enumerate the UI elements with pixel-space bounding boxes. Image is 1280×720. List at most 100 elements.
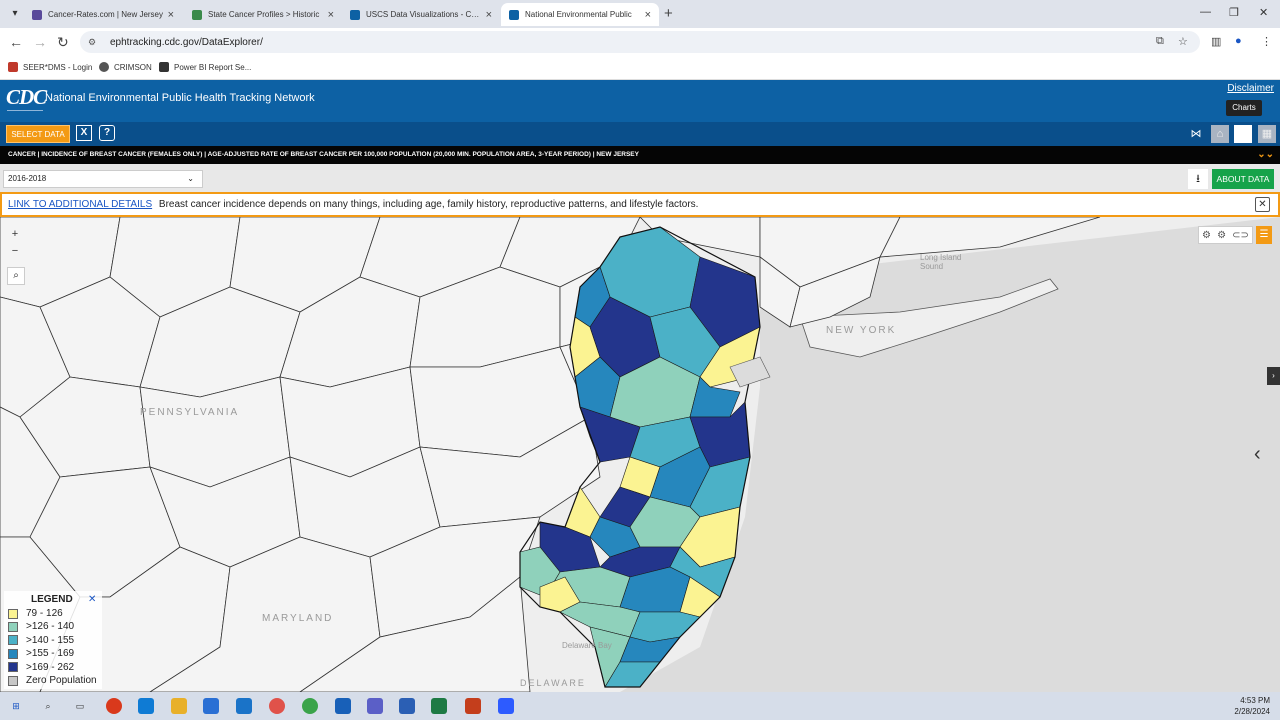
app-icon[interactable] xyxy=(106,698,122,714)
tab-close-icon[interactable]: × xyxy=(645,9,651,21)
legend-label: >126 - 140 xyxy=(26,621,75,633)
filter-bar: 2016-2018 ⌄ ⭳ ABOUT DATA xyxy=(0,164,1280,192)
profile-icon[interactable]: ● xyxy=(1235,35,1242,47)
cdc-logo[interactable]: CDC xyxy=(6,85,47,110)
tab-title: USCS Data Visualizations - CDC xyxy=(366,10,482,19)
bookmarks-bar: SEER*DMS - Login CRIMSON Power BI Report… xyxy=(0,56,1280,80)
mail-icon[interactable] xyxy=(236,698,252,714)
link-icon[interactable]: ⊂⊃ xyxy=(1232,230,1249,241)
collapse-chevron-icon[interactable]: ⌄⌄ xyxy=(1257,146,1274,164)
disclaimer-link[interactable]: Disclaimer xyxy=(1227,83,1274,94)
expand-panel-icon[interactable]: › xyxy=(1267,367,1280,385)
chevron-left-icon[interactable]: ‹ xyxy=(1254,443,1261,466)
teams-icon[interactable] xyxy=(367,698,383,714)
label-pennsylvania: PENNSYLVANIA xyxy=(140,407,240,418)
bookmark-label: CRIMSON xyxy=(114,62,152,72)
charts-view-icon[interactable] xyxy=(1234,125,1252,143)
task-view-icon[interactable]: ▭ xyxy=(72,698,88,714)
chrome-icon[interactable] xyxy=(269,698,285,714)
gear-icon[interactable]: ⚙ xyxy=(1217,230,1226,241)
select-data-button[interactable]: SELECT DATA xyxy=(6,125,70,143)
browser-tab[interactable]: National Environmental Public × xyxy=(501,3,659,26)
map-legend: LEGEND ✕ 79 - 126 >126 - 140 >140 - 155 >15… xyxy=(4,591,102,689)
site-title: National Environmental Public Health Tra… xyxy=(45,92,315,104)
share-icon[interactable]: ⋈ xyxy=(1187,125,1205,143)
powerpoint-icon[interactable] xyxy=(465,698,481,714)
bookmark-label: SEER*DMS - Login xyxy=(23,62,93,72)
browser-tab[interactable]: Cancer-Rates.com | New Jersey × xyxy=(24,3,182,26)
chrome-profile-icon[interactable] xyxy=(302,698,318,714)
zoom-in-button[interactable]: + xyxy=(8,227,22,241)
choropleth-map[interactable]: PENNSYLVANIA NEW YORK MARYLAND DELAWARE … xyxy=(0,217,1280,692)
tab-title: Cancer-Rates.com | New Jersey xyxy=(48,10,163,19)
start-icon[interactable]: ⊞ xyxy=(8,698,24,714)
clock-date: 2/28/2024 xyxy=(1234,707,1270,716)
tab-title: State Cancer Profiles > Historic xyxy=(208,10,320,19)
additional-details-link[interactable]: LINK TO ADDITIONAL DETAILS xyxy=(8,199,152,210)
file-explorer-icon[interactable] xyxy=(171,698,187,714)
bookmark-crimson[interactable]: CRIMSON xyxy=(99,62,152,72)
zoom-icon[interactable] xyxy=(498,698,514,714)
url-field[interactable]: ⚙ ephtracking.cdc.gov/DataExplorer/ xyxy=(80,31,1200,53)
map-view-icon[interactable]: ⌂ xyxy=(1211,125,1229,143)
url-text: ephtracking.cdc.gov/DataExplorer/ xyxy=(110,36,263,48)
address-bar-row: ← → ↻ ⚙ ephtracking.cdc.gov/DataExplorer… xyxy=(0,28,1280,56)
zoom-out-button[interactable]: − xyxy=(8,244,22,258)
reload-icon[interactable]: ↻ xyxy=(57,34,69,51)
tab-search-icon[interactable]: ▾ xyxy=(6,5,24,23)
menu-kebab-icon[interactable]: ⋮ xyxy=(1261,35,1272,48)
map-tools: ⚙ ⚙ ⊂⊃ xyxy=(1198,226,1253,244)
legend-swatch xyxy=(8,635,18,646)
excel-icon[interactable] xyxy=(431,698,447,714)
zoom-search-icon[interactable]: ⌕ xyxy=(7,267,25,285)
legend-swatch xyxy=(8,648,18,659)
bookmark-star-icon[interactable]: ☆ xyxy=(1178,35,1188,48)
about-data-button[interactable]: ABOUT DATA xyxy=(1212,169,1274,189)
settings-icon[interactable]: ⚙ xyxy=(1202,230,1211,241)
year-select[interactable]: 2016-2018 ⌄ xyxy=(3,170,203,188)
forward-icon[interactable]: → xyxy=(33,34,47,50)
bookmark-powerbi[interactable]: Power BI Report Se... xyxy=(159,62,251,72)
download-icon[interactable]: ⭳ xyxy=(1188,169,1208,189)
legend-close-icon[interactable]: ✕ xyxy=(88,594,96,605)
label-new-york: NEW YORK xyxy=(826,325,897,336)
install-icon[interactable]: ⧉ xyxy=(1156,35,1164,48)
tab-close-icon[interactable]: × xyxy=(328,9,334,21)
tab-close-icon[interactable]: × xyxy=(168,9,174,21)
tab-close-icon[interactable]: × xyxy=(486,9,492,21)
legend-title: LEGEND xyxy=(31,594,73,605)
browser-tab[interactable]: USCS Data Visualizations - CDC × xyxy=(342,3,500,26)
tab-favicon-icon xyxy=(192,9,202,20)
system-clock[interactable]: 4:53 PM 2/28/2024 xyxy=(1234,695,1270,717)
minimize-icon[interactable]: — xyxy=(1200,6,1211,18)
label-delaware-bay: Delaware Bay xyxy=(562,641,612,650)
clear-selection-button[interactable]: X xyxy=(76,125,92,141)
table-view-icon[interactable]: ▦ xyxy=(1258,125,1276,143)
search-icon[interactable]: ⌕ xyxy=(40,698,56,714)
back-icon[interactable]: ← xyxy=(9,34,23,50)
browser-tab[interactable]: State Cancer Profiles > Historic × xyxy=(184,3,342,26)
new-tab-icon[interactable]: + xyxy=(664,5,673,22)
site-header: CDC National Environmental Public Health… xyxy=(0,80,1280,122)
outlook-icon[interactable] xyxy=(335,698,351,714)
map-canvas[interactable] xyxy=(0,217,1280,692)
close-banner-button[interactable]: ✕ xyxy=(1255,197,1270,212)
year-value: 2016-2018 xyxy=(8,174,47,183)
legend-swatch xyxy=(8,621,18,632)
legend-label: 79 - 126 xyxy=(26,608,63,619)
store-icon[interactable] xyxy=(203,698,219,714)
clock-time: 4:53 PM xyxy=(1240,696,1270,705)
legend-item: >169 - 262 xyxy=(8,661,74,674)
browser-tabstrip: ▾ Cancer-Rates.com | New Jersey × State Ca… xyxy=(0,0,1280,28)
close-window-icon[interactable]: ✕ xyxy=(1259,6,1268,19)
layers-icon[interactable]: ☰ xyxy=(1256,226,1272,244)
word-icon[interactable] xyxy=(399,698,415,714)
site-info-icon[interactable]: ⚙ xyxy=(88,37,100,48)
help-button[interactable]: ? xyxy=(99,125,115,141)
restore-icon[interactable]: ❐ xyxy=(1229,6,1239,19)
edge-icon[interactable] xyxy=(138,698,154,714)
bookmark-seer[interactable]: SEER*DMS - Login xyxy=(8,62,92,72)
side-panel-icon[interactable]: ▥ xyxy=(1211,35,1221,48)
legend-item: >126 - 140 xyxy=(8,620,74,633)
bar-chart-icon xyxy=(159,62,169,72)
